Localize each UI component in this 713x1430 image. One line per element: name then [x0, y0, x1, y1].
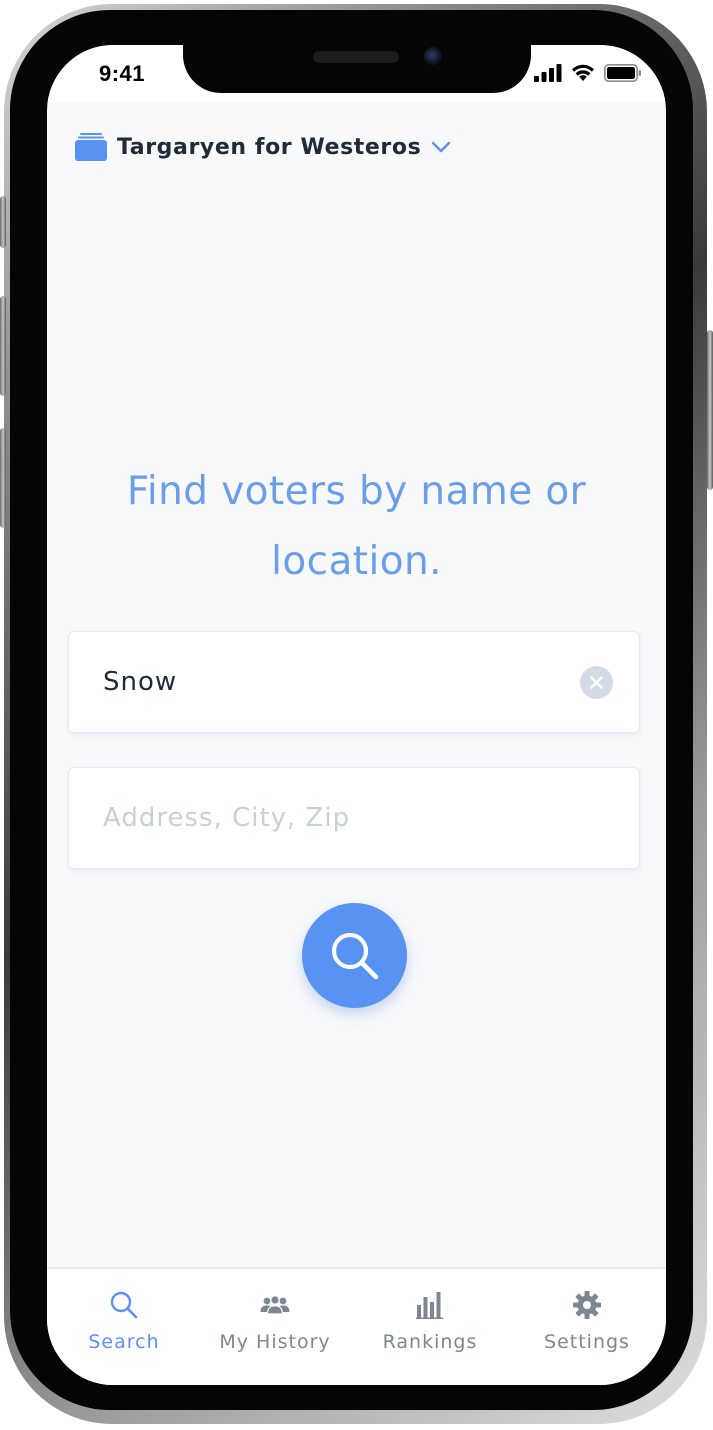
- speaker-grille: [313, 51, 399, 63]
- device-notch: [183, 45, 531, 93]
- tab-bar: Search My History Rankings Settings: [47, 1267, 666, 1385]
- location-field-container: [68, 767, 640, 869]
- clear-name-button[interactable]: [580, 666, 613, 699]
- tab-settings[interactable]: Settings: [510, 1269, 664, 1369]
- close-icon: [590, 676, 603, 689]
- page-headline: Find voters by name or location.: [126, 469, 587, 584]
- tab-label: Settings: [544, 1331, 630, 1353]
- device-frame: 9:41 Targaryen for Westeros Find voters …: [0, 0, 713, 1430]
- silent-switch: [0, 196, 6, 248]
- tab-rankings[interactable]: Rankings: [353, 1269, 507, 1369]
- gear-icon: [573, 1291, 601, 1319]
- people-icon: [260, 1295, 290, 1315]
- status-icons: [534, 63, 642, 82]
- tab-label: My History: [219, 1331, 331, 1353]
- front-camera: [424, 47, 442, 65]
- org-name: Targaryen for Westeros: [117, 134, 422, 160]
- cellular-signal-icon: [534, 63, 562, 82]
- wifi-icon: [572, 64, 594, 81]
- location-search-input[interactable]: [103, 792, 573, 844]
- name-field-container: [68, 631, 640, 733]
- tab-search[interactable]: Search: [47, 1269, 201, 1369]
- bar-chart-icon: [416, 1292, 443, 1319]
- tab-search-icon-wrap: [109, 1289, 139, 1321]
- search-icon: [110, 1291, 138, 1319]
- volume-down-button: [0, 428, 6, 528]
- app-screen: 9:41 Targaryen for Westeros Find voters …: [47, 45, 666, 1385]
- tab-history-icon-wrap: [260, 1289, 290, 1321]
- folder-stack-icon: [75, 133, 107, 161]
- search-submit-button[interactable]: [302, 903, 407, 1008]
- org-switcher[interactable]: Targaryen for Westeros: [75, 133, 451, 161]
- tab-label: Search: [88, 1331, 160, 1353]
- search-icon: [331, 932, 378, 979]
- name-search-input[interactable]: [103, 656, 573, 708]
- chevron-down-icon[interactable]: [431, 141, 451, 153]
- volume-up-button: [0, 296, 6, 396]
- battery-icon: [604, 63, 641, 82]
- tab-my-history[interactable]: My History: [198, 1269, 352, 1369]
- status-time: 9:41: [99, 61, 146, 86]
- tab-settings-icon-wrap: [572, 1289, 602, 1321]
- tab-rankings-icon-wrap: [416, 1289, 444, 1321]
- power-button: [707, 330, 713, 490]
- tab-label: Rankings: [382, 1331, 478, 1353]
